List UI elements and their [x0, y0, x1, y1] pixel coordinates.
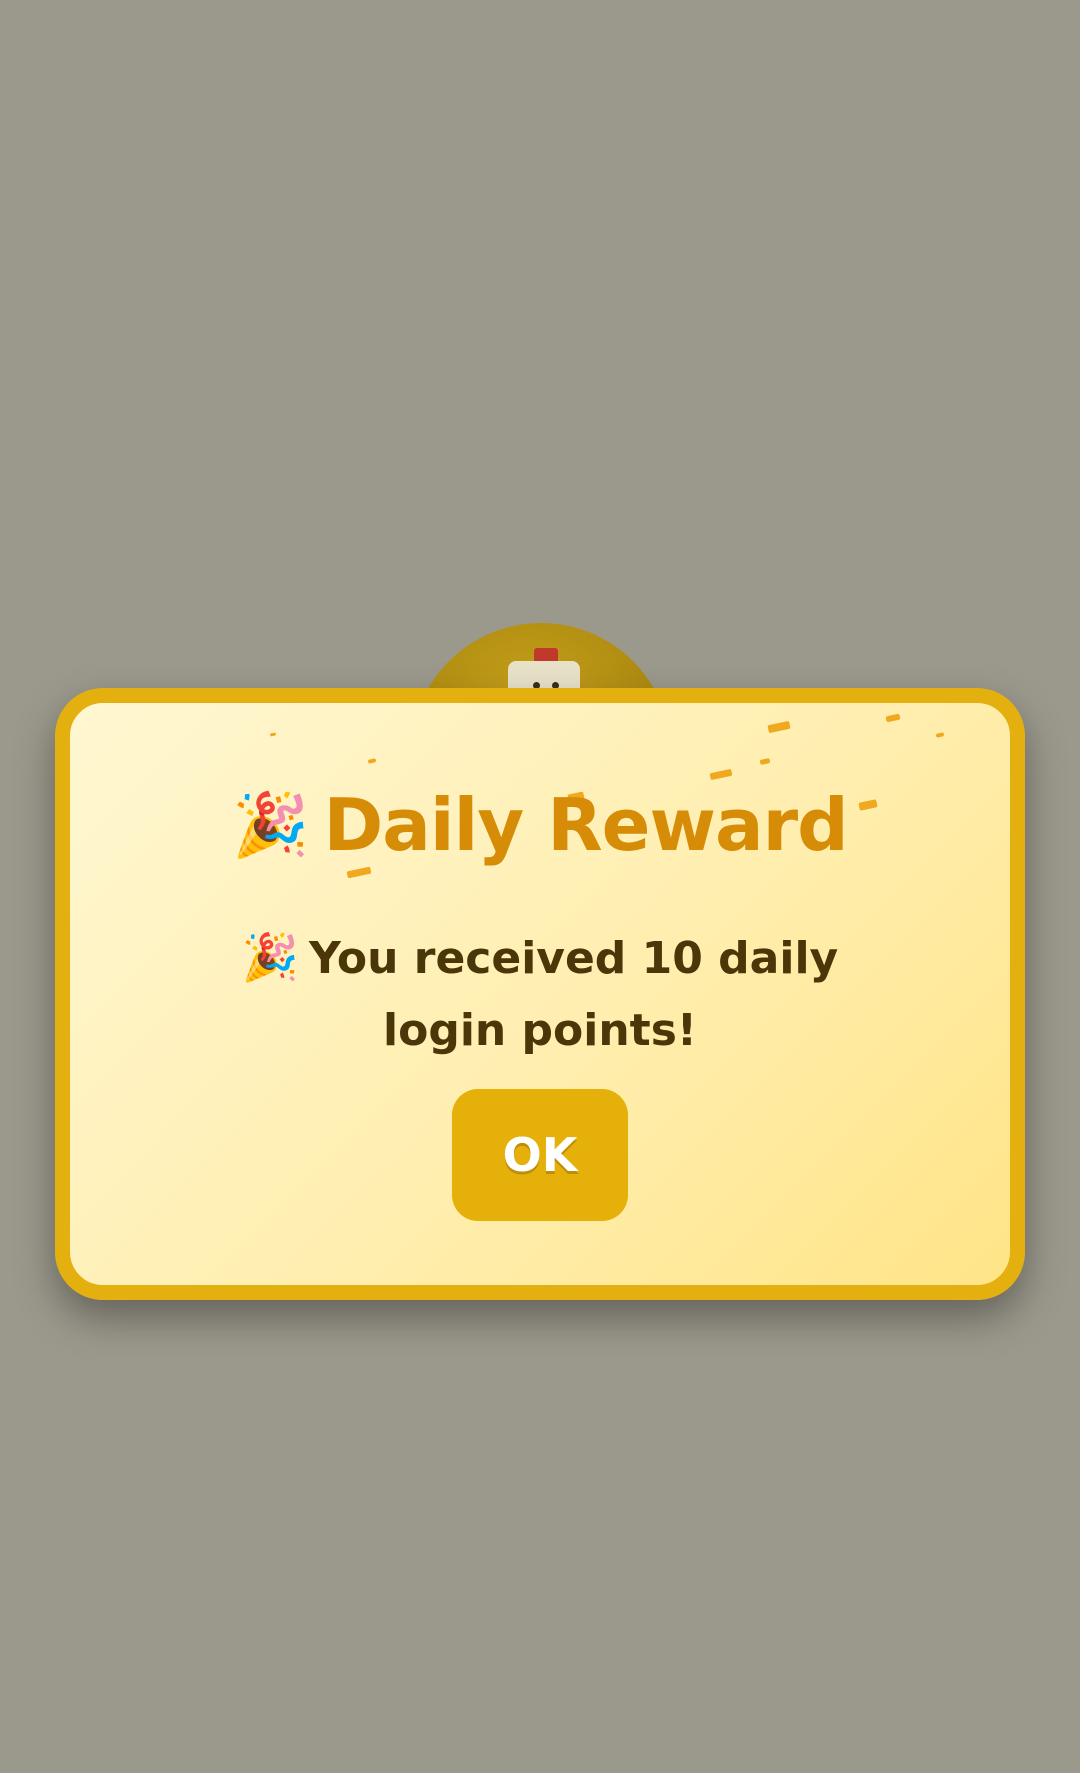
confetti-piece: [269, 732, 277, 737]
party-popper-icon: 🎉: [241, 930, 300, 984]
confetti-piece: [759, 758, 771, 765]
ok-button[interactable]: OK: [452, 1089, 628, 1221]
confetti-piece: [367, 758, 377, 764]
confetti-piece: [346, 866, 372, 879]
confetti-piece: [767, 720, 791, 734]
dialog-title: Daily Reward: [323, 783, 849, 867]
dialog-title-row: 🎉 Daily Reward: [70, 783, 1010, 867]
dialog-message: You received 10 daily login points!: [309, 933, 839, 1056]
confetti-piece: [709, 768, 733, 781]
party-popper-icon: 🎉: [232, 788, 310, 861]
daily-reward-dialog: 🎉 Daily Reward 🎉 You received 10 daily log…: [55, 688, 1025, 1300]
confetti-piece: [885, 713, 901, 723]
confetti-piece: [935, 732, 945, 738]
dialog-message-row: 🎉 You received 10 daily login points!: [180, 921, 900, 1067]
